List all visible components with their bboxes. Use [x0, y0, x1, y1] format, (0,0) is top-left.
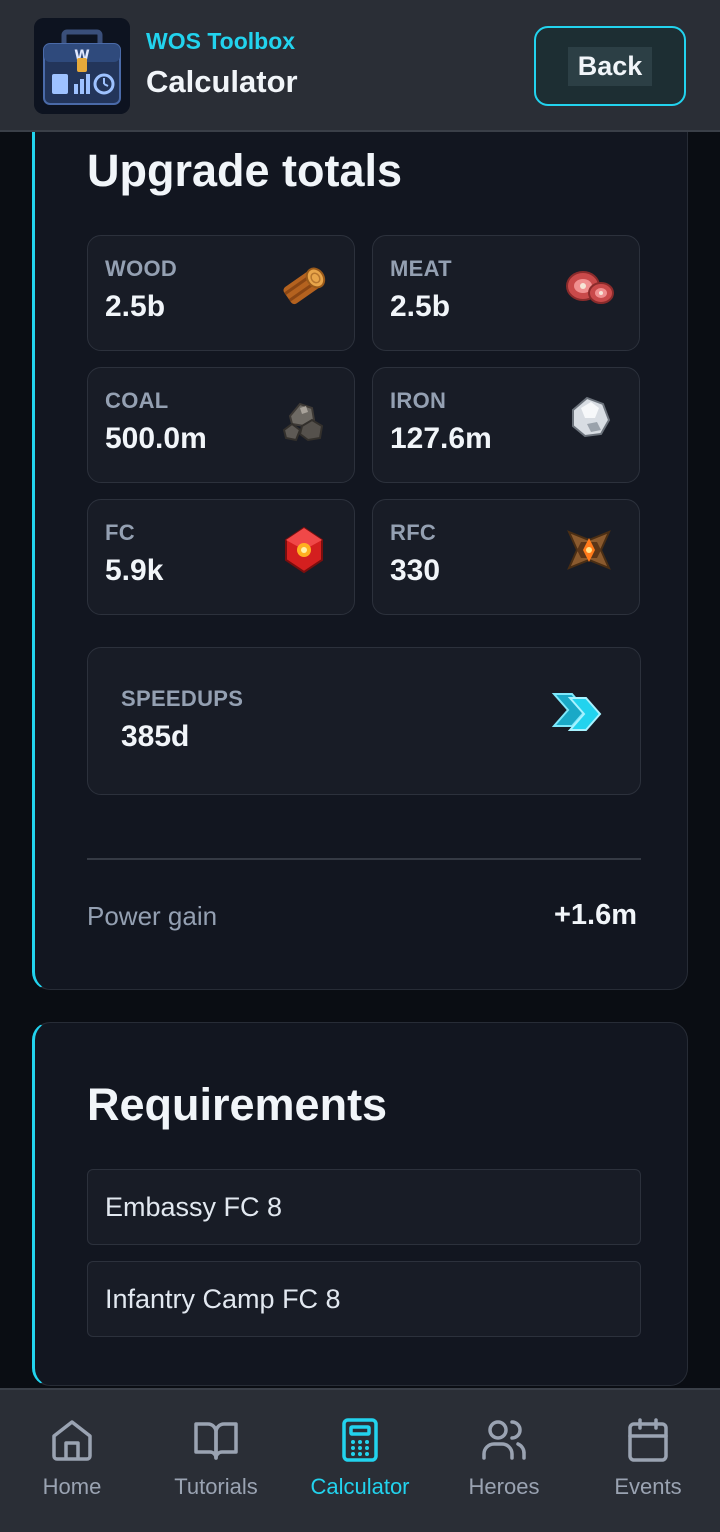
- users-icon: [482, 1420, 526, 1460]
- nav-item-home[interactable]: Home: [0, 1390, 144, 1532]
- upgrade-totals-title: Upgrade totals: [87, 145, 403, 196]
- resource-tile-meat: MEAT 2.5b: [372, 235, 640, 351]
- speedups-value: 385d: [121, 720, 190, 753]
- resource-value: 5.9k: [105, 554, 164, 587]
- divider: [87, 858, 641, 860]
- back-button[interactable]: Back: [534, 26, 686, 106]
- nav-item-events[interactable]: Events: [576, 1390, 720, 1532]
- power-gain-value: +1.6m: [553, 899, 637, 931]
- resource-value: 2.5b: [105, 290, 166, 323]
- resource-label: MEAT: [390, 256, 452, 281]
- meat-icon: [566, 271, 614, 304]
- coal-icon: [282, 402, 324, 442]
- requirement-item: Embassy FC 8: [87, 1169, 641, 1245]
- speedups-label: SPEEDUPS: [121, 686, 244, 711]
- resource-value: 330: [390, 554, 441, 587]
- resource-tile-rfc: RFC 330: [372, 499, 640, 615]
- resource-tile-wood: WOOD 2.5b: [87, 235, 355, 351]
- resource-label: RFC: [390, 520, 437, 545]
- nav-item-tutorials[interactable]: Tutorials: [144, 1390, 288, 1532]
- resource-tile-fc: FC 5.9k: [87, 499, 355, 615]
- requirements-title: Requirements: [87, 1079, 388, 1130]
- requirements-card: Requirements Embassy FC 8 Infantry Camp …: [32, 1022, 688, 1386]
- resource-label: FC: [105, 520, 135, 545]
- calendar-icon: [628, 1418, 668, 1462]
- resource-label: WOOD: [105, 256, 178, 281]
- power-gain-label: Power gain: [87, 901, 218, 931]
- resource-tile-iron: IRON 127.6m: [372, 367, 640, 483]
- bottom-navigation: Home Tutorials Calculator Heroes Events: [0, 1388, 720, 1532]
- resource-label: COAL: [105, 388, 169, 413]
- resource-value: 500.0m: [105, 422, 207, 455]
- back-button-label: Back: [567, 46, 653, 86]
- resource-value: 2.5b: [390, 290, 451, 323]
- resource-label: IRON: [390, 388, 447, 413]
- nav-label: Heroes: [468, 1474, 540, 1499]
- wood-log-icon: [283, 267, 326, 305]
- requirement-item: Infantry Camp FC 8: [87, 1261, 641, 1337]
- app-header: W WOS Toolbox Calculator Back: [0, 0, 720, 132]
- book-icon: [194, 1422, 238, 1460]
- calculator-icon: [342, 1418, 378, 1462]
- nav-label: Tutorials: [174, 1474, 258, 1499]
- resource-value: 127.6m: [390, 422, 492, 455]
- upgrade-totals-card: Upgrade totals WOOD 2.5b MEAT 2.5b COAL …: [32, 60, 688, 990]
- resource-tile-coal: COAL 500.0m: [87, 367, 355, 483]
- speedups-tile: SPEEDUPS 385d: [87, 647, 641, 795]
- nav-item-calculator[interactable]: Calculator: [288, 1390, 432, 1532]
- iron-ore-icon: [572, 396, 611, 438]
- nav-item-heroes[interactable]: Heroes: [432, 1390, 576, 1532]
- nav-label: Calculator: [310, 1474, 410, 1499]
- refined-fire-crystal-icon: [567, 530, 611, 570]
- home-icon: [52, 1420, 92, 1461]
- nav-label: Events: [614, 1474, 682, 1499]
- nav-label: Home: [42, 1474, 102, 1499]
- toolbox-logo-icon: W: [34, 18, 130, 114]
- fire-crystal-icon: [285, 526, 323, 574]
- page-title: Calculator: [146, 64, 298, 99]
- app-name: WOS Toolbox: [146, 28, 296, 54]
- speedup-arrows-icon: [551, 693, 602, 731]
